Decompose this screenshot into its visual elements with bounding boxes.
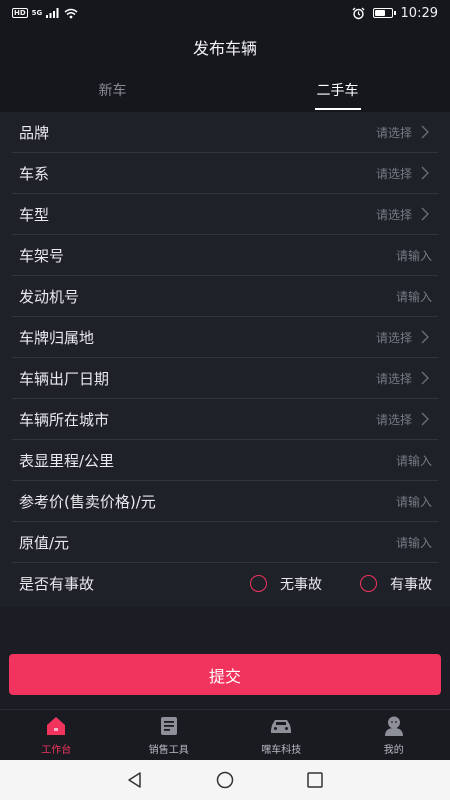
hd-badge: HD — [12, 8, 28, 18]
page-title-bar: 发布车辆 — [0, 26, 450, 68]
clock: 10:29 — [400, 5, 438, 21]
form-row-original-value[interactable]: 原值/元 请输入 — [12, 522, 438, 563]
signal-icon — [46, 8, 59, 18]
form-label: 表显里程/公里 — [19, 451, 115, 470]
back-triangle-icon — [128, 772, 141, 788]
form-row-brand[interactable]: 品牌 请选择 — [12, 112, 438, 153]
form-row-manufacture-date[interactable]: 车辆出厂日期 请选择 — [12, 358, 438, 399]
form-row-series[interactable]: 车系 请选择 — [12, 153, 438, 194]
nav-label: 工作台 — [41, 745, 72, 756]
form-label: 车辆出厂日期 — [19, 369, 110, 388]
recents-button[interactable] — [304, 769, 326, 791]
form-hint: 请输入 — [395, 453, 432, 468]
system-nav-bar — [0, 760, 450, 800]
nav-item-workbench[interactable]: 工作台 — [0, 710, 113, 760]
wifi-icon — [64, 8, 78, 18]
tab-bar: 新车 二手车 — [0, 68, 450, 112]
form-label: 是否有事故 — [19, 575, 95, 593]
signal-badge: 5G — [31, 9, 43, 17]
vehicle-form: 品牌 请选择 车系 请选择 车型 请选择 车架号 请输入 发动机号 请输入 车牌… — [0, 112, 450, 607]
submit-area: 提交 — [0, 607, 450, 709]
form-label: 车牌归属地 — [19, 328, 95, 347]
chevron-right-icon — [421, 371, 429, 385]
form-row-reference-price[interactable]: 参考价(售卖价格)/元 请输入 — [12, 481, 438, 522]
home-icon — [47, 717, 66, 735]
battery-icon — [372, 8, 396, 18]
form-row-accident: 是否有事故 无事故 有事故 — [12, 563, 438, 604]
radio-label: 有事故 — [390, 576, 432, 593]
radio-label: 无事故 — [280, 576, 322, 593]
form-hint: 请选择 — [375, 412, 412, 427]
car-icon — [271, 720, 292, 733]
status-left: HD 5G — [12, 8, 78, 19]
document-icon — [160, 717, 177, 735]
page-title: 发布车辆 — [192, 39, 257, 58]
form-hint: 请选择 — [375, 207, 412, 222]
home-button[interactable] — [214, 769, 236, 791]
form-label: 参考价(售卖价格)/元 — [19, 492, 156, 511]
radio-no-accident[interactable]: 无事故 — [250, 574, 322, 594]
chevron-right-icon — [421, 330, 429, 344]
form-hint: 请选择 — [375, 125, 412, 140]
form-row-vin[interactable]: 车架号 请输入 — [12, 235, 438, 276]
alarm-icon — [352, 7, 365, 19]
nav-label: 我的 — [383, 745, 404, 756]
form-hint: 请输入 — [395, 535, 432, 550]
nav-label: 销售工具 — [148, 745, 189, 756]
status-right: 10:29 — [352, 6, 438, 21]
form-hint: 请选择 — [375, 330, 412, 345]
nav-item-heiche-tech[interactable]: 嘿车科技 — [225, 710, 338, 760]
chevron-right-icon — [421, 166, 429, 180]
radio-has-accident[interactable]: 有事故 — [360, 574, 432, 594]
form-hint: 请选择 — [375, 371, 412, 386]
form-label: 车辆所在城市 — [19, 410, 110, 429]
form-row-engine-number[interactable]: 发动机号 请输入 — [12, 276, 438, 317]
accident-radio-group: 无事故 有事故 — [250, 574, 432, 594]
nav-label: 嘿车科技 — [261, 745, 302, 756]
radio-circle[interactable] — [250, 575, 267, 592]
recents-square-icon — [307, 772, 323, 788]
form-hint: 请输入 — [395, 494, 432, 509]
user-icon — [384, 716, 403, 736]
form-row-model[interactable]: 车型 请选择 — [12, 194, 438, 235]
form-row-city[interactable]: 车辆所在城市 请选择 — [12, 399, 438, 440]
chevron-right-icon — [421, 125, 429, 139]
form-label: 原值/元 — [19, 533, 70, 552]
form-row-plate-region[interactable]: 车牌归属地 请选择 — [12, 317, 438, 358]
form-label: 车型 — [19, 205, 50, 224]
form-row-mileage[interactable]: 表显里程/公里 请输入 — [12, 440, 438, 481]
tab-new-car[interactable]: 新车 — [0, 68, 225, 112]
bottom-nav: 工作台 销售工具 嘿车科技 我的 — [0, 709, 450, 760]
nav-item-sales-tools[interactable]: 销售工具 — [113, 710, 226, 760]
form-hint: 请输入 — [395, 248, 432, 263]
status-bar: HD 5G 10:29 — [0, 0, 450, 26]
radio-circle[interactable] — [360, 575, 377, 592]
form-label: 车架号 — [19, 246, 65, 265]
form-hint: 请输入 — [395, 289, 432, 304]
form-label: 品牌 — [19, 123, 50, 142]
form-label: 发动机号 — [19, 287, 80, 306]
nav-item-mine[interactable]: 我的 — [338, 710, 450, 760]
home-circle-icon — [216, 771, 234, 789]
chevron-right-icon — [421, 412, 429, 426]
form-label: 车系 — [19, 164, 50, 183]
tab-label: 二手车 — [316, 83, 359, 99]
form-hint: 请选择 — [375, 166, 412, 181]
submit-button[interactable]: 提交 — [9, 654, 441, 695]
tab-used-car[interactable]: 二手车 — [225, 68, 450, 112]
back-button[interactable] — [124, 769, 146, 791]
tab-label: 新车 — [98, 83, 127, 99]
chevron-right-icon — [421, 207, 429, 221]
